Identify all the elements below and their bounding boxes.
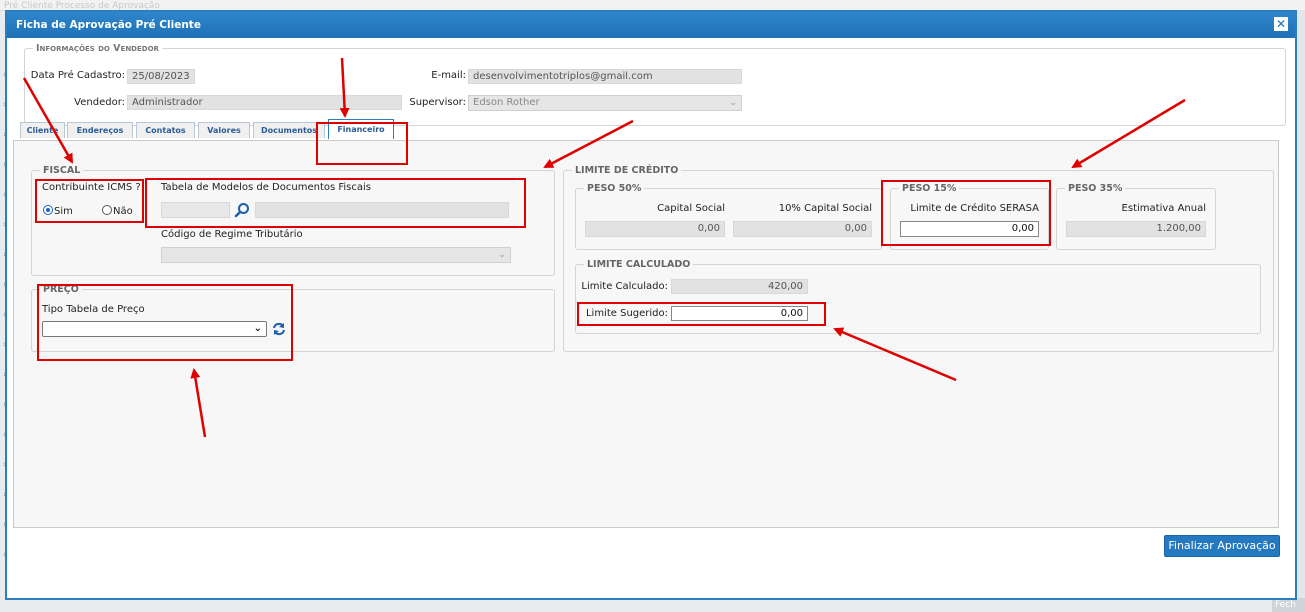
capital10-label: 10% Capital Social xyxy=(778,203,872,214)
dialog-titlebar: Ficha de Aprovação Pré Cliente ✕ xyxy=(7,12,1295,38)
icms-label: Contribuinte ICMS ? xyxy=(42,182,141,193)
peso35-fieldset: PESO 35% xyxy=(1056,182,1216,250)
supervisor-select[interactable]: Edson Rother ⌄ xyxy=(468,95,742,111)
tabela-modelos-description xyxy=(255,202,509,218)
fiscal-legend: FISCAL xyxy=(40,164,84,177)
peso50-legend: PESO 50% xyxy=(584,182,645,195)
limite-calculado-field: 420,00 xyxy=(671,279,808,294)
capital-social-field: 0,00 xyxy=(585,221,725,237)
peso15-legend: PESO 15% xyxy=(899,182,960,195)
vendedor-label: Vendedor: xyxy=(74,97,125,108)
serasa-label: Limite de Crédito SERASA xyxy=(910,203,1039,214)
chevron-down-icon: ⌄ xyxy=(498,250,506,260)
regime-tributario-label: Código de Regime Tributário xyxy=(161,229,303,240)
close-icon[interactable]: ✕ xyxy=(1274,17,1288,31)
limite-calculado-legend: LIMITE CALCULADO xyxy=(584,258,694,271)
finalizar-aprovacao-button[interactable]: Finalizar Aprovação xyxy=(1164,535,1280,557)
tab-documentos[interactable]: Documentos xyxy=(253,122,325,138)
limite-sugerido-label: Limite Sugerido: xyxy=(585,308,668,319)
estimativa-label: Estimativa Anual xyxy=(1121,203,1206,214)
vendedor-legend: Informações do Vendedor xyxy=(33,42,162,55)
tipo-tabela-label: Tipo Tabela de Preço xyxy=(42,304,145,315)
supervisor-label: Supervisor: xyxy=(409,97,466,108)
data-cadastro-field: 25/08/2023 xyxy=(127,69,195,84)
limite-calculado-fieldset: LIMITE CALCULADO xyxy=(575,258,1261,334)
peso15-fieldset: PESO 15% xyxy=(890,182,1049,250)
refresh-icon[interactable] xyxy=(272,322,286,336)
peso35-legend: PESO 35% xyxy=(1065,182,1126,195)
dialog-title: Ficha de Aprovação Pré Cliente xyxy=(16,19,201,31)
capital10-field: 0,00 xyxy=(733,221,872,237)
chevron-down-icon: ⌄ xyxy=(729,98,737,108)
search-icon[interactable] xyxy=(234,202,250,218)
background-close-button[interactable]: Fech xyxy=(1272,598,1305,612)
limite-calculado-label: Limite Calculado: xyxy=(581,281,668,292)
data-cadastro-label: Data Pré Cadastro: xyxy=(30,70,125,81)
tab-cliente[interactable]: Cliente xyxy=(20,122,65,138)
tabela-modelos-code-input[interactable] xyxy=(161,202,230,218)
peso50-fieldset: PESO 50% xyxy=(575,182,882,250)
limite-sugerido-input[interactable]: 0,00 xyxy=(671,306,808,321)
supervisor-value: Edson Rother xyxy=(473,97,540,108)
tab-enderecos[interactable]: Endereços xyxy=(67,122,133,138)
capital-social-label: Capital Social xyxy=(657,203,725,214)
tabela-modelos-label: Tabela de Modelos de Documentos Fiscais xyxy=(161,182,371,193)
regime-tributario-select[interactable]: ⌄ xyxy=(161,247,511,263)
icms-nao-label: Não xyxy=(113,206,133,217)
chevron-down-icon: ⌄ xyxy=(253,323,262,334)
limite-credito-legend: LIMITE DE CRÉDITO xyxy=(572,164,682,177)
tipo-tabela-select[interactable]: ⌄ xyxy=(42,321,267,337)
preco-legend: PREÇO xyxy=(40,283,82,296)
tab-valores[interactable]: Valores xyxy=(198,122,250,138)
email-field: desenvolvimentotriplos@gmail.com xyxy=(468,69,742,84)
estimativa-field: 1.200,00 xyxy=(1066,221,1206,237)
icms-sim-radio[interactable] xyxy=(43,205,53,215)
icms-sim-label: Sim xyxy=(54,206,73,217)
tab-contatos[interactable]: Contatos xyxy=(136,122,195,138)
vendedor-fieldset: Informações do Vendedor xyxy=(24,42,1286,126)
icms-nao-radio[interactable] xyxy=(102,205,112,215)
email-label: E-mail: xyxy=(431,70,466,81)
serasa-input[interactable]: 0,00 xyxy=(900,221,1039,237)
tab-financeiro[interactable]: Financeiro xyxy=(328,119,394,139)
